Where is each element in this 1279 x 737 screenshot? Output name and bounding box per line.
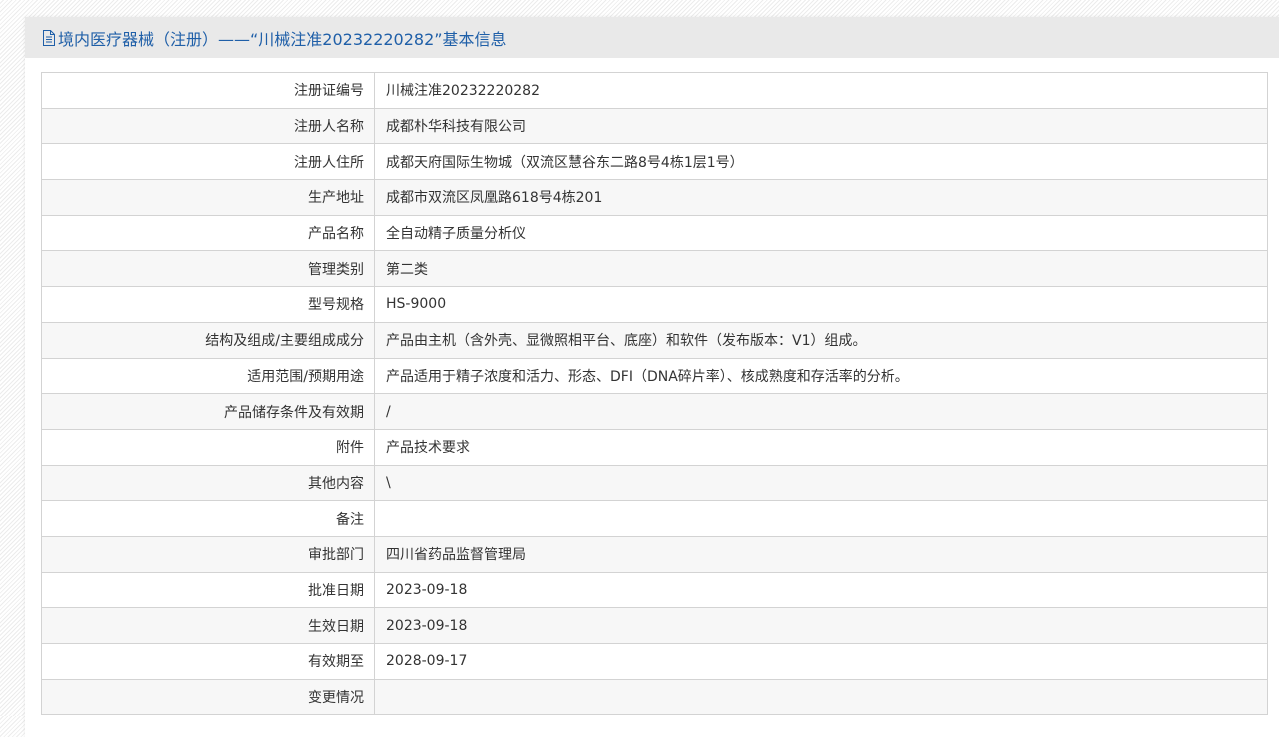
field-label: 注册人名称 bbox=[41, 107, 375, 145]
field-value: 成都朴华科技有限公司 bbox=[374, 107, 1268, 145]
info-table: 注册证编号 川械注准20232220282 注册人名称 成都朴华科技有限公司 注册人住所… bbox=[41, 72, 1268, 716]
field-value: 川械注准20232220282 bbox=[374, 72, 1268, 109]
field-label: 生效日期 bbox=[41, 607, 375, 644]
field-label: 结构及组成/主要组成成分 bbox=[41, 321, 375, 359]
field-value: 全自动精子质量分析仪 bbox=[374, 214, 1268, 252]
field-label: 附件 bbox=[41, 428, 375, 466]
field-value: HS-9000 bbox=[374, 286, 1268, 323]
table-row: 管理类别 第二类 bbox=[41, 250, 1268, 288]
table-row: 适用范围/预期用途 产品适用于精子浓度和活力、形态、DFI（DNA碎片率）、核成熟… bbox=[41, 357, 1268, 395]
table-row: 产品名称 全自动精子质量分析仪 bbox=[41, 214, 1268, 252]
field-label: 有效期至 bbox=[41, 643, 375, 680]
field-label: 注册证编号 bbox=[41, 72, 375, 109]
field-value: 成都市双流区凤凰路618号4栋201 bbox=[374, 179, 1268, 216]
field-label: 产品储存条件及有效期 bbox=[41, 393, 375, 430]
field-value: \ bbox=[374, 464, 1268, 502]
field-value bbox=[374, 500, 1268, 537]
field-value: 2023-09-18 bbox=[374, 607, 1268, 644]
detail-card: 境内医疗器械（注册）——“川械注准20232220282”基本信息 注册证编号川… bbox=[25, 17, 1279, 737]
table-row: 附件 产品技术要求 bbox=[41, 428, 1268, 466]
field-value: 2023-09-18 bbox=[374, 571, 1268, 609]
field-value: 四川省药品监督管理局 bbox=[374, 535, 1268, 573]
field-value: 第二类 bbox=[374, 250, 1268, 288]
table-row: 审批部门 四川省药品监督管理局 bbox=[41, 535, 1268, 573]
field-label: 备注 bbox=[41, 500, 375, 537]
field-value: 产品由主机（含外壳、显微照相平台、底座）和软件（发布版本：V1）组成。 bbox=[374, 321, 1268, 359]
field-label: 其他内容 bbox=[41, 464, 375, 502]
table-row: 型号规格 HS-9000 bbox=[41, 286, 1268, 323]
field-label: 产品名称 bbox=[41, 214, 375, 252]
field-value: 2028-09-17 bbox=[374, 643, 1268, 680]
table-row: 生产地址 成都市双流区凤凰路618号4栋201 bbox=[41, 179, 1268, 216]
field-value: / bbox=[374, 393, 1268, 430]
document-icon bbox=[43, 29, 55, 46]
field-label: 审批部门 bbox=[41, 535, 375, 573]
page-title: 境内医疗器械（注册）——“川械注准20232220282”基本信息 bbox=[58, 29, 507, 49]
table-row: 结构及组成/主要组成成分 产品由主机（含外壳、显微照相平台、底座）和软件（发布版本… bbox=[41, 321, 1268, 359]
table-row: 产品储存条件及有效期 / bbox=[41, 393, 1268, 430]
field-value: 产品技术要求 bbox=[374, 428, 1268, 466]
table-row: 变更情况 bbox=[41, 678, 1268, 716]
field-label: 变更情况 bbox=[41, 678, 375, 716]
table-row: 有效期至 2028-09-17 bbox=[41, 643, 1268, 680]
table-row: 其他内容 \ bbox=[41, 464, 1268, 502]
field-label: 注册人住所 bbox=[41, 143, 375, 181]
field-value: 成都天府国际生物城（双流区慧谷东二路8号4栋1层1号） bbox=[374, 143, 1268, 181]
table-row: 注册证编号 川械注准20232220282 bbox=[41, 72, 1268, 109]
field-label: 管理类别 bbox=[41, 250, 375, 288]
field-value: 产品适用于精子浓度和活力、形态、DFI（DNA碎片率）、核成熟度和存活率的分析。 bbox=[374, 357, 1268, 395]
table-row: 批准日期 2023-09-18 bbox=[41, 571, 1268, 609]
field-label: 型号规格 bbox=[41, 286, 375, 323]
field-label: 适用范围/预期用途 bbox=[41, 357, 375, 395]
field-label: 批准日期 bbox=[41, 571, 375, 609]
table-row: 备注 bbox=[41, 500, 1268, 537]
field-label: 生产地址 bbox=[41, 179, 375, 216]
table-row: 注册人名称 成都朴华科技有限公司 bbox=[41, 107, 1268, 145]
card-header: 境内医疗器械（注册）——“川械注准20232220282”基本信息 bbox=[25, 17, 1279, 58]
table-row: 注册人住所 成都天府国际生物城（双流区慧谷东二路8号4栋1层1号） bbox=[41, 143, 1268, 181]
field-value bbox=[374, 678, 1268, 716]
table-row: 生效日期 2023-09-18 bbox=[41, 607, 1268, 644]
